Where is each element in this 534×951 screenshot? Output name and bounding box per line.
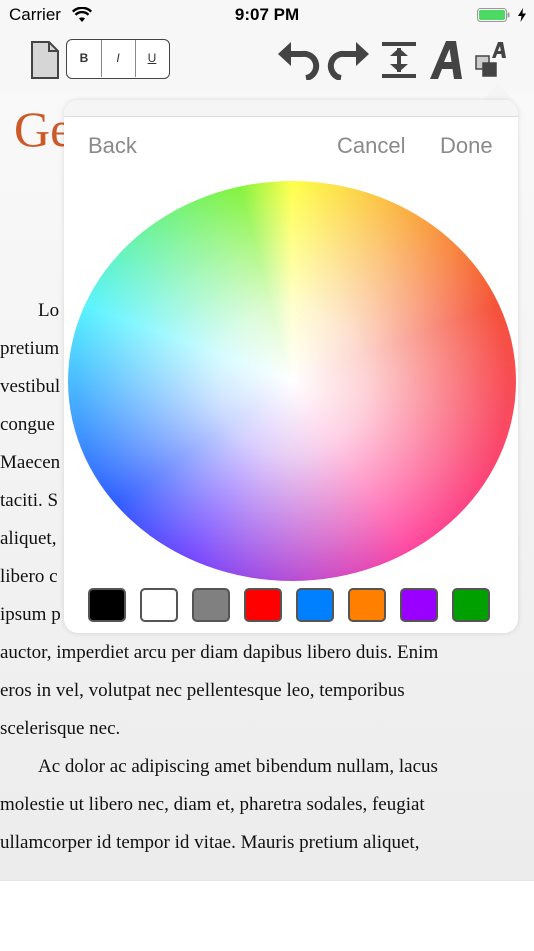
- line-spacing-icon[interactable]: [382, 40, 416, 80]
- color-swatches: [88, 588, 498, 626]
- bottom-area: [0, 880, 534, 951]
- swatch-orange[interactable]: [348, 588, 386, 622]
- swatch-gray[interactable]: [192, 588, 230, 622]
- status-bar: Carrier 9:07 PM: [0, 0, 534, 30]
- done-button[interactable]: Done: [440, 133, 493, 159]
- font-icon[interactable]: [428, 39, 466, 81]
- text-color-icon[interactable]: [474, 40, 508, 80]
- color-wheel[interactable]: [68, 181, 516, 581]
- text-line: molestie ut libero nec, diam et, pharetr…: [0, 794, 425, 815]
- cancel-button[interactable]: Cancel: [337, 133, 405, 159]
- redo-icon[interactable]: [327, 40, 371, 80]
- undo-icon[interactable]: [276, 40, 320, 80]
- battery-icon: [477, 8, 510, 22]
- swatch-red[interactable]: [244, 588, 282, 622]
- text-line: scelerisque nec.: [0, 718, 121, 739]
- toolbar: B I U: [0, 30, 534, 94]
- text-line: eros in vel, volutpat nec pellentesque l…: [0, 680, 405, 701]
- bold-button[interactable]: B: [67, 40, 102, 77]
- swatch-black[interactable]: [88, 588, 126, 622]
- swatch-purple[interactable]: [400, 588, 438, 622]
- text-line: ullamcorper id tempor id vitae. Mauris p…: [0, 832, 420, 853]
- underline-button[interactable]: U: [135, 40, 169, 77]
- back-button[interactable]: Back: [88, 133, 137, 159]
- document-icon[interactable]: [30, 40, 60, 80]
- swatch-blue[interactable]: [296, 588, 334, 622]
- popover-arrow: [482, 84, 514, 100]
- text-line: Ac dolor ac adipiscing amet bibendum nul…: [38, 756, 438, 777]
- swatch-green[interactable]: [452, 588, 490, 622]
- popover-header-strip: [64, 100, 518, 117]
- swatch-white[interactable]: [140, 588, 178, 622]
- color-picker-popover: Back Cancel Done: [64, 100, 518, 633]
- charging-icon: [518, 8, 526, 22]
- italic-button[interactable]: I: [101, 40, 136, 77]
- saturation-gradient: [68, 181, 516, 581]
- status-time: 9:07 PM: [234, 5, 300, 24]
- format-segmented-control: B I U: [66, 39, 170, 79]
- text-line: auctor, imperdiet arcu per diam dapibus …: [0, 642, 439, 663]
